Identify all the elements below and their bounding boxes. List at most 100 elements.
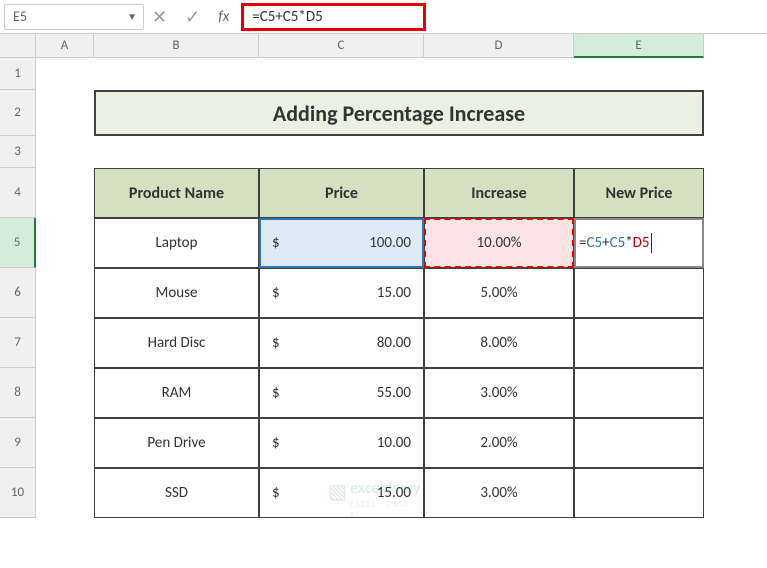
cell-product-5[interactable]: Laptop xyxy=(94,218,259,268)
row-header-9[interactable]: 9 xyxy=(0,418,36,468)
row-header-4[interactable]: 4 xyxy=(0,168,36,218)
cell-newprice-9[interactable] xyxy=(574,418,704,468)
cell-D1[interactable] xyxy=(424,58,574,90)
cell-increase-6[interactable]: 5.00% xyxy=(424,268,574,318)
cell-C3[interactable] xyxy=(259,136,424,168)
cell-increase-7[interactable]: 8.00% xyxy=(424,318,574,368)
cell-B3[interactable] xyxy=(94,136,259,168)
cell-newprice-5[interactable]: =C5+C5*D5 xyxy=(574,218,704,268)
cancel-icon[interactable]: ✕ xyxy=(152,6,167,28)
header-newprice[interactable]: New Price xyxy=(574,168,704,218)
cell-A1[interactable] xyxy=(36,58,94,90)
accept-icon[interactable]: ✓ xyxy=(185,6,200,28)
cell-B1[interactable] xyxy=(94,58,259,90)
col-header-E[interactable]: E xyxy=(574,34,704,58)
cell-product-9[interactable]: Pen Drive xyxy=(94,418,259,468)
col-header-A[interactable]: A xyxy=(36,34,94,58)
header-price[interactable]: Price xyxy=(259,168,424,218)
col-header-D[interactable]: D xyxy=(424,34,574,58)
row-header-6[interactable]: 6 xyxy=(0,268,36,318)
cell-price-8[interactable]: $ 55.00 xyxy=(259,368,424,418)
row-header-2[interactable]: 2 xyxy=(0,90,36,136)
watermark-tag: EXCEL · DATA · BI xyxy=(350,499,423,521)
cell-newprice-7[interactable] xyxy=(574,318,704,368)
price-value: 10.00 xyxy=(286,434,411,452)
header-product[interactable]: Product Name xyxy=(94,168,259,218)
currency-symbol: $ xyxy=(272,284,280,302)
formula-eq: = xyxy=(579,234,586,252)
cell-price-6[interactable]: $ 15.00 xyxy=(259,268,424,318)
formula-ref2: C5 xyxy=(610,234,626,252)
row-header-10[interactable]: 10 xyxy=(0,468,36,518)
name-box[interactable]: E5 ▼ xyxy=(4,4,144,30)
grid-row-4: Product Name Price Increase New Price xyxy=(36,168,704,218)
currency-symbol: $ xyxy=(272,434,280,452)
row-header-8[interactable]: 8 xyxy=(0,368,36,418)
cell-newprice-8[interactable] xyxy=(574,368,704,418)
row-header-5[interactable]: 5 xyxy=(0,218,36,268)
cell-increase-9[interactable]: 2.00% xyxy=(424,418,574,468)
table-row: RAM $ 55.00 3.00% xyxy=(36,368,704,418)
cell-A7[interactable] xyxy=(36,318,94,368)
cell-increase-8[interactable]: 3.00% xyxy=(424,368,574,418)
formula-bar-buttons: ✕ ✓ fx xyxy=(152,6,241,28)
name-box-value: E5 xyxy=(13,8,27,25)
title-text: Adding Percentage Increase xyxy=(273,100,525,127)
cell-A8[interactable] xyxy=(36,368,94,418)
formula-plus: + xyxy=(602,234,609,252)
col-header-B[interactable]: B xyxy=(94,34,259,58)
cell-increase-5[interactable]: 10.00% xyxy=(424,218,574,268)
currency-symbol: $ xyxy=(272,384,280,402)
table-row: Mouse $ 15.00 5.00% xyxy=(36,268,704,318)
price-value: 15.00 xyxy=(286,484,411,502)
cell-product-7[interactable]: Hard Disc xyxy=(94,318,259,368)
cell-A2[interactable] xyxy=(36,90,94,136)
chevron-down-icon[interactable]: ▼ xyxy=(127,10,137,23)
cell-A10[interactable] xyxy=(36,468,94,518)
row-header-7[interactable]: 7 xyxy=(0,318,36,368)
cell-A9[interactable] xyxy=(36,418,94,468)
price-value: 80.00 xyxy=(286,334,411,352)
cell-product-10[interactable]: SSD xyxy=(94,468,259,518)
text-cursor xyxy=(651,233,652,253)
row-header-3[interactable]: 3 xyxy=(0,136,36,168)
cell-price-5[interactable]: $ 100.00 xyxy=(259,218,424,268)
table-row: SSD $ 15.00 ▧ exceldemy EXCEL · DATA · B… xyxy=(36,468,704,518)
formula-input[interactable]: =C5+C5*D5 xyxy=(241,3,426,31)
price-value: 15.00 xyxy=(286,284,411,302)
grid-row-3 xyxy=(36,136,704,168)
row-header-1[interactable]: 1 xyxy=(0,58,36,90)
cell-product-6[interactable]: Mouse xyxy=(94,268,259,318)
table-row: Pen Drive $ 10.00 2.00% xyxy=(36,418,704,468)
price-value: 100.00 xyxy=(286,234,411,252)
cell-E3[interactable] xyxy=(574,136,704,168)
formula-bar: E5 ▼ ✕ ✓ fx =C5+C5*D5 xyxy=(0,0,767,34)
cell-C1[interactable] xyxy=(259,58,424,90)
formula-text: =C5+C5*D5 xyxy=(252,8,322,26)
currency-symbol: $ xyxy=(272,484,280,502)
cell-price-9[interactable]: $ 10.00 xyxy=(259,418,424,468)
cell-A5[interactable] xyxy=(36,218,94,268)
fx-icon[interactable]: fx xyxy=(218,8,229,26)
formula-ref3: D5 xyxy=(633,234,650,252)
cell-newprice-10[interactable] xyxy=(574,468,704,518)
cell-newprice-6[interactable] xyxy=(574,268,704,318)
title-cell[interactable]: Adding Percentage Increase xyxy=(94,90,704,136)
grid-row-2: Adding Percentage Increase xyxy=(36,90,704,136)
cell-E1[interactable] xyxy=(574,58,704,90)
cell-product-8[interactable]: RAM xyxy=(94,368,259,418)
price-value: 55.00 xyxy=(286,384,411,402)
cell-D3[interactable] xyxy=(424,136,574,168)
formula-star: * xyxy=(625,234,632,252)
currency-symbol: $ xyxy=(272,234,280,252)
select-all-corner[interactable] xyxy=(0,34,36,58)
header-increase[interactable]: Increase xyxy=(424,168,574,218)
cell-price-7[interactable]: $ 80.00 xyxy=(259,318,424,368)
cell-price-10[interactable]: $ 15.00 ▧ exceldemy EXCEL · DATA · BI xyxy=(259,468,424,518)
cell-increase-10[interactable]: 3.00% xyxy=(424,468,574,518)
formula-ref1: C5 xyxy=(586,234,602,252)
cell-A3[interactable] xyxy=(36,136,94,168)
cell-A6[interactable] xyxy=(36,268,94,318)
cell-A4[interactable] xyxy=(36,168,94,218)
col-header-C[interactable]: C xyxy=(259,34,424,58)
